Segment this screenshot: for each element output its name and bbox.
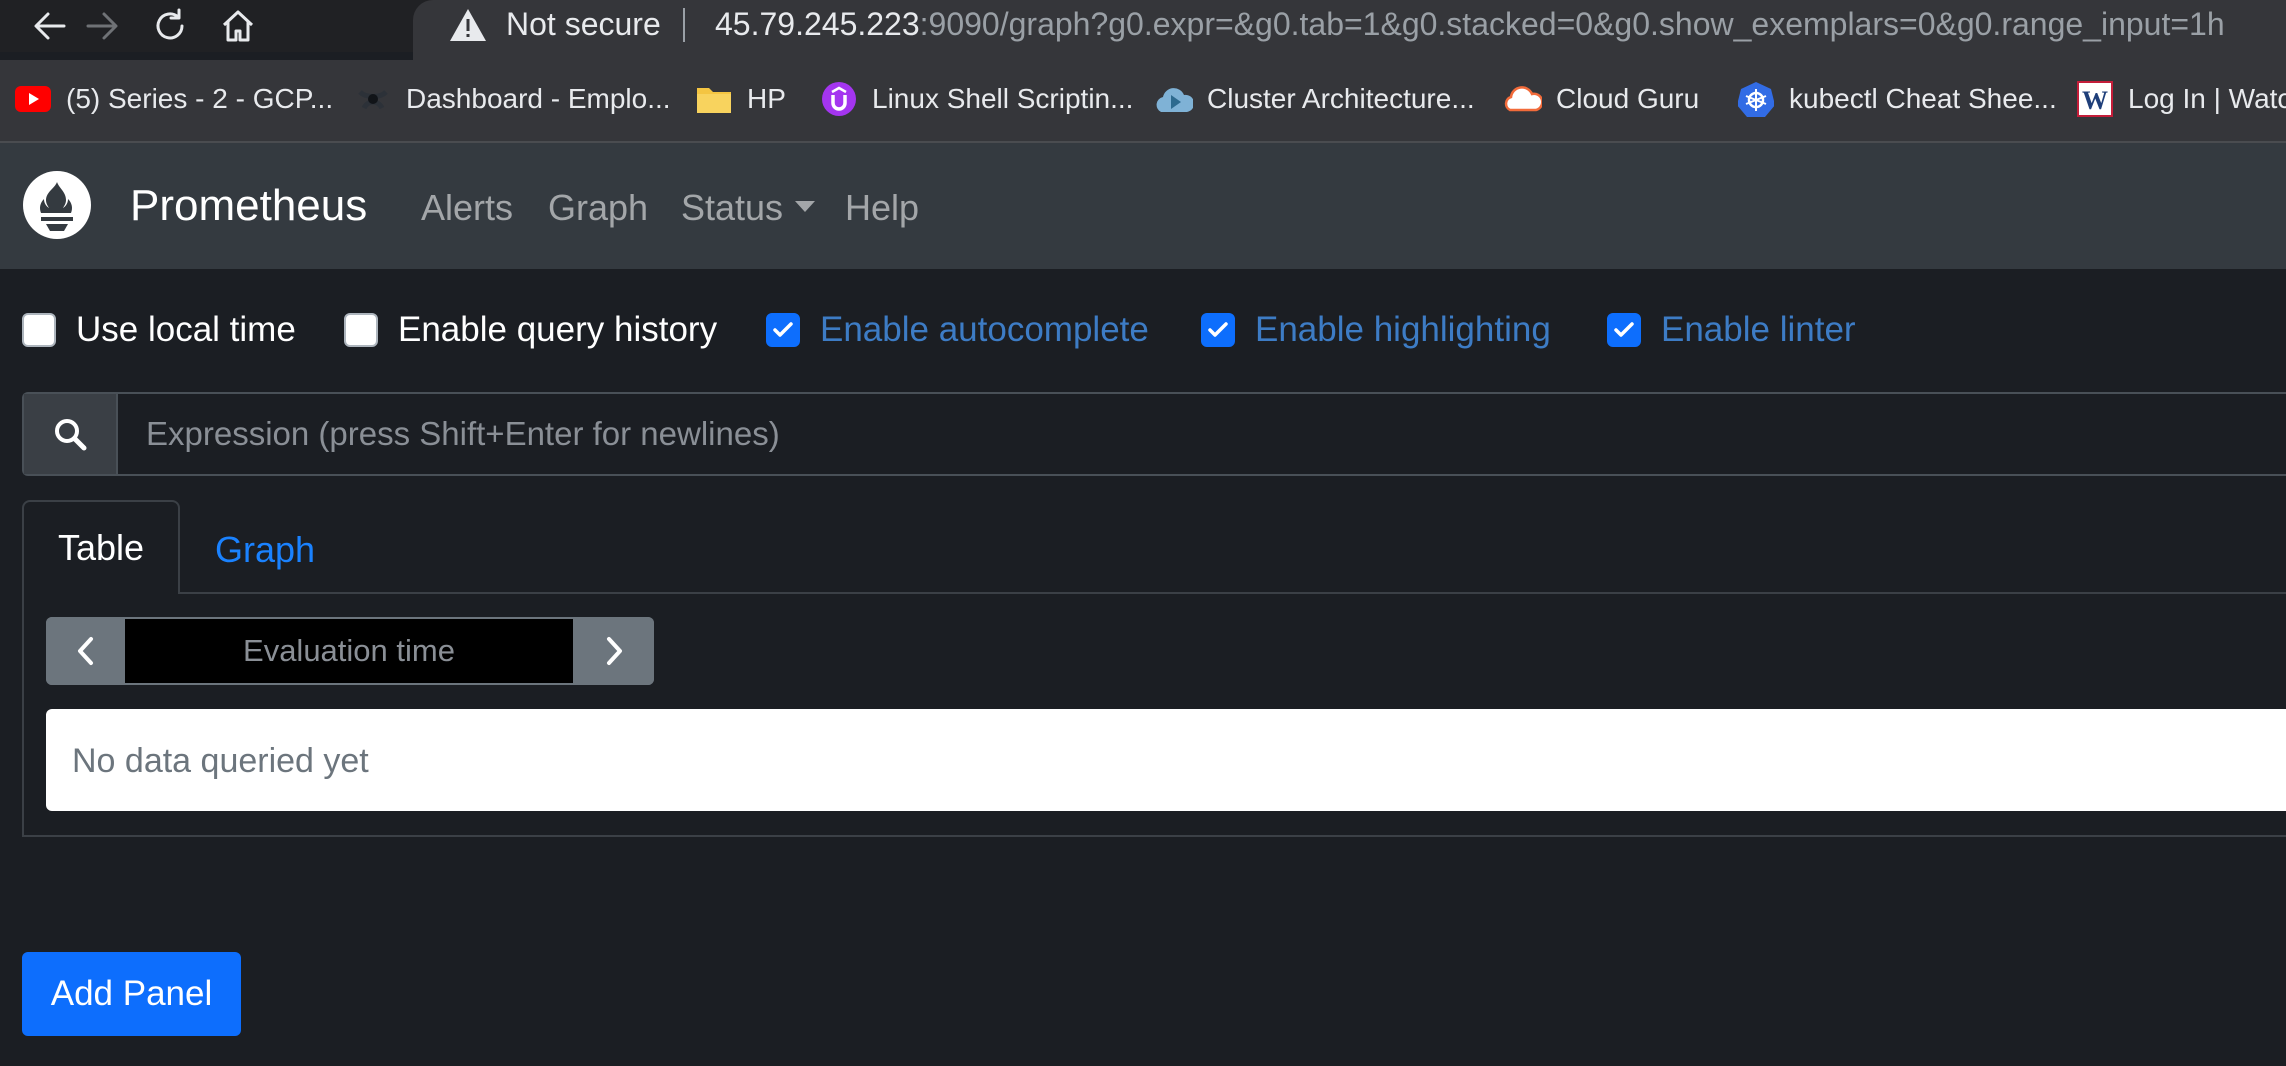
youtube-icon [14,80,52,118]
bookmark-label: Dashboard - Emplo... [406,83,671,114]
cluster-icon [1155,80,1193,118]
bookmark-kubectl[interactable]: kubectl Cheat Shee... [1737,78,2057,120]
caret-down-icon [795,201,816,212]
bookmarks-bar: (5) Series - 2 - GCP... Dashboard - Empl… [0,60,2286,143]
eval-time-forward-button[interactable] [576,617,654,685]
nav-alerts[interactable]: Alerts [421,187,513,229]
security-label[interactable]: Not secure [506,6,661,43]
nav-status-dropdown[interactable]: Status [681,187,816,229]
warning-icon[interactable] [449,7,487,43]
bookmark-label: Cloud Guru [1556,83,1700,114]
expression-input-group [22,392,2286,476]
autocomplete-checkbox[interactable] [766,313,800,347]
query-history-label[interactable]: Enable query history [398,310,717,350]
search-icon [55,419,87,451]
reload-icon [156,8,184,40]
back-arrow-icon [34,12,66,40]
kubernetes-icon [1737,80,1775,118]
bookmark-cloud-guru[interactable]: Cloud Guru [1504,78,1699,120]
bookmark-dashboard[interactable]: Dashboard - Emplo... [354,78,671,120]
nav-status-label: Status [681,187,784,228]
back-button[interactable] [24,0,76,52]
w-icon: W [2076,80,2114,118]
url-text[interactable]: 45.79.245.223:9090/graph?g0.expr=&g0.tab… [715,6,2225,43]
tab-graph[interactable]: Graph [195,510,335,590]
linter-label[interactable]: Enable linter [1661,310,1856,350]
query-history-checkbox[interactable] [344,313,378,347]
chevron-right-icon [607,637,622,665]
option-query-history[interactable]: Enable query history [344,305,717,355]
add-panel-button[interactable]: Add Panel [22,952,241,1036]
bookmark-label: Log In | Watc [2128,83,2286,114]
nav-help[interactable]: Help [845,187,919,229]
nav-graph[interactable]: Graph [548,187,648,229]
check-icon [1208,322,1228,337]
address-divider [683,8,685,42]
bookmark-linux-shell[interactable]: Linux Shell Scriptin... [820,78,1133,120]
bookmark-watch-login[interactable]: W Log In | Watc [2076,78,2286,120]
option-local-time[interactable]: Use local time [22,305,296,355]
cloud-icon [1504,80,1542,118]
eval-time-back-button[interactable] [46,617,124,685]
home-button[interactable] [212,0,264,52]
bookmark-cluster-architecture[interactable]: Cluster Architecture... [1155,78,1475,120]
forward-arrow-icon [86,12,118,40]
evaluation-time-group [46,617,654,685]
highlighting-checkbox[interactable] [1201,313,1235,347]
brand-title[interactable]: Prometheus [130,181,367,231]
option-highlighting[interactable]: Enable highlighting [1201,305,1551,355]
evaluation-time-input[interactable] [125,619,573,683]
forward-button[interactable] [76,0,128,52]
dashboard-icon [354,80,392,118]
bookmark-label: Cluster Architecture... [1207,83,1475,114]
tab-table[interactable]: Table [22,500,180,594]
svg-text:W: W [2082,86,2108,115]
bookmark-label: kubectl Cheat Shee... [1789,83,2057,114]
bookmark-hp[interactable]: HP [695,78,786,120]
check-icon [773,322,793,337]
check-icon [1614,322,1634,337]
address-bar[interactable]: Not secure 45.79.245.223:9090/graph?g0.e… [413,0,2286,60]
local-time-label[interactable]: Use local time [76,310,296,350]
local-time-checkbox[interactable] [22,313,56,347]
option-linter[interactable]: Enable linter [1607,305,1856,355]
no-data-alert: No data queried yet [46,709,2286,811]
bookmark-label: Linux Shell Scriptin... [872,83,1134,114]
url-host: 45.79.245.223 [715,6,920,42]
option-autocomplete[interactable]: Enable autocomplete [766,305,1149,355]
navbar: Prometheus Alerts Graph Status Help [0,143,2286,269]
chevron-left-icon [78,637,93,665]
expression-input[interactable] [118,394,2284,474]
bookmark-series[interactable]: (5) Series - 2 - GCP... [14,78,333,120]
no-data-message: No data queried yet [72,742,369,780]
autocomplete-label[interactable]: Enable autocomplete [820,310,1149,350]
reload-button[interactable] [144,0,196,52]
udemy-icon [820,80,858,118]
folder-icon [695,80,733,118]
home-icon [222,10,254,42]
prometheus-logo-icon[interactable] [22,170,92,240]
url-path: :9090/graph?g0.expr=&g0.tab=1&g0.stacked… [919,6,2225,42]
highlighting-label[interactable]: Enable highlighting [1255,310,1551,350]
bookmark-label: HP [747,83,786,114]
expression-search-addon [24,394,118,474]
bookmark-label: (5) Series - 2 - GCP... [66,83,334,114]
linter-checkbox[interactable] [1607,313,1641,347]
